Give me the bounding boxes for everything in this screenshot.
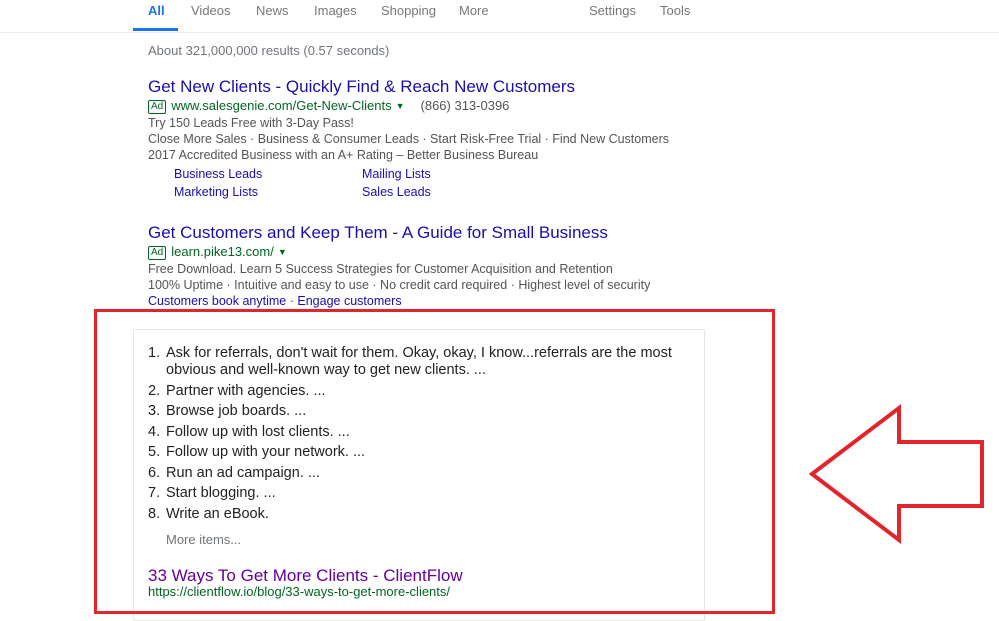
ad-display-url[interactable]: www.salesgenie.com/Get-New-Clients [171,98,391,113]
ad-title-link[interactable]: Get Customers and Keep Them - A Guide fo… [148,223,650,243]
ad-result-2: Get Customers and Keep Them - A Guide fo… [148,223,650,309]
tab-tools[interactable]: Tools [660,3,690,18]
ad-url-line: Ad www.salesgenie.com/Get-New-Clients ▼ (86… [148,97,669,115]
snippet-result-url: https://clientflow.io/blog/33-ways-to-ge… [148,584,451,599]
list-item-text: Write an eBook. [166,505,269,522]
inline-link-separator: · [286,294,298,308]
ad-phone-number[interactable]: (866) 313-0396 [421,98,510,113]
tab-shopping[interactable]: Shopping [381,3,436,18]
tab-videos[interactable]: Videos [191,3,231,18]
search-tabs-bar: All Videos News Images Shopping More Set… [0,0,999,33]
ad-sitelinks: Business Leads Mailing Lists Marketing L… [148,167,669,207]
result-stats: About 321,000,000 results (0.57 seconds) [148,43,390,58]
list-item-number: 2. [148,382,161,399]
ad-description-line: 2017 Accredited Business with an A+ Rati… [148,148,539,162]
ad-badge: Ad [148,246,167,260]
ad-description-line: Close More Sales · Business & Consumer L… [148,132,669,146]
list-item: 6. Run an ad campaign. ... [148,465,688,482]
left-arrow-annotation-icon [808,403,984,545]
list-item-text: Follow up with lost clients. ... [166,423,350,440]
list-item-text: Partner with agencies. ... [166,382,326,399]
list-item-text: Ask for referrals, don't wait for them. … [166,345,672,378]
ad-url-line: Ad learn.pike13.com/ ▼ [148,243,650,261]
dropdown-caret-icon[interactable]: ▼ [396,98,405,115]
inline-link-customers-book[interactable]: Customers book anytime [148,294,286,308]
list-item-text: Browse job boards. ... [166,403,307,419]
tab-more[interactable]: More [459,3,489,18]
tab-images[interactable]: Images [314,3,357,18]
list-item-text: Follow up with your network. ... [166,444,366,460]
sitelink-sales-leads[interactable]: Sales Leads [362,185,431,199]
snippet-result-title-link[interactable]: 33 Ways To Get More Clients - ClientFlow [148,566,463,586]
ad-result-1: Get New Clients - Quickly Find & Reach N… [148,77,669,207]
list-item: 1. Ask for referrals, don't wait for them… [148,345,688,379]
list-item: 3. Browse job boards. ... [148,403,688,420]
list-item: 2. Partner with agencies. ... [148,383,688,400]
sitelink-business-leads[interactable]: Business Leads [174,167,262,181]
list-item: 4. Follow up with lost clients. ... [148,424,688,441]
tab-settings[interactable]: Settings [589,3,636,18]
ad-inline-links: Customers book anytime · Engage customer… [148,293,650,309]
inline-link-engage-customers[interactable]: Engage customers [297,294,401,308]
list-item: 7. Start blogging. ... [148,485,688,502]
sitelink-mailing-lists[interactable]: Mailing Lists [362,167,431,181]
ad-title-link[interactable]: Get New Clients - Quickly Find & Reach N… [148,77,669,97]
ad-description-line: 100% Uptime · Intuitive and easy to use … [148,278,651,292]
list-item-number: 3. [148,403,161,419]
list-item-number: 5. [148,444,161,460]
list-item-number: 6. [148,464,161,481]
list-item-number: 1. [148,345,161,361]
list-item: 5. Follow up with your network. ... [148,444,688,461]
ad-description-line: Try 150 Leads Free with 3-Day Pass! [148,116,354,130]
list-item-number: 7. [148,485,161,501]
list-item-number: 4. [148,423,161,440]
ad-display-url[interactable]: learn.pike13.com/ [171,244,274,259]
tab-news[interactable]: News [256,3,289,18]
ad-description-line: Free Download. Learn 5 Success Strategie… [148,262,613,276]
featured-snippet-list: 1. Ask for referrals, don't wait for them… [148,345,688,526]
sitelink-marketing-lists[interactable]: Marketing Lists [174,185,258,199]
list-item-text: Start blogging. ... [166,485,276,501]
tab-all[interactable]: All [148,3,165,18]
dropdown-caret-icon[interactable]: ▼ [278,244,287,261]
more-items-link[interactable]: More items... [166,532,241,547]
list-item-text: Run an ad campaign. ... [166,464,320,481]
ad-badge: Ad [148,100,167,114]
list-item: 8. Write an eBook. [148,506,688,523]
active-tab-indicator [133,28,178,31]
list-item-number: 8. [148,505,161,522]
